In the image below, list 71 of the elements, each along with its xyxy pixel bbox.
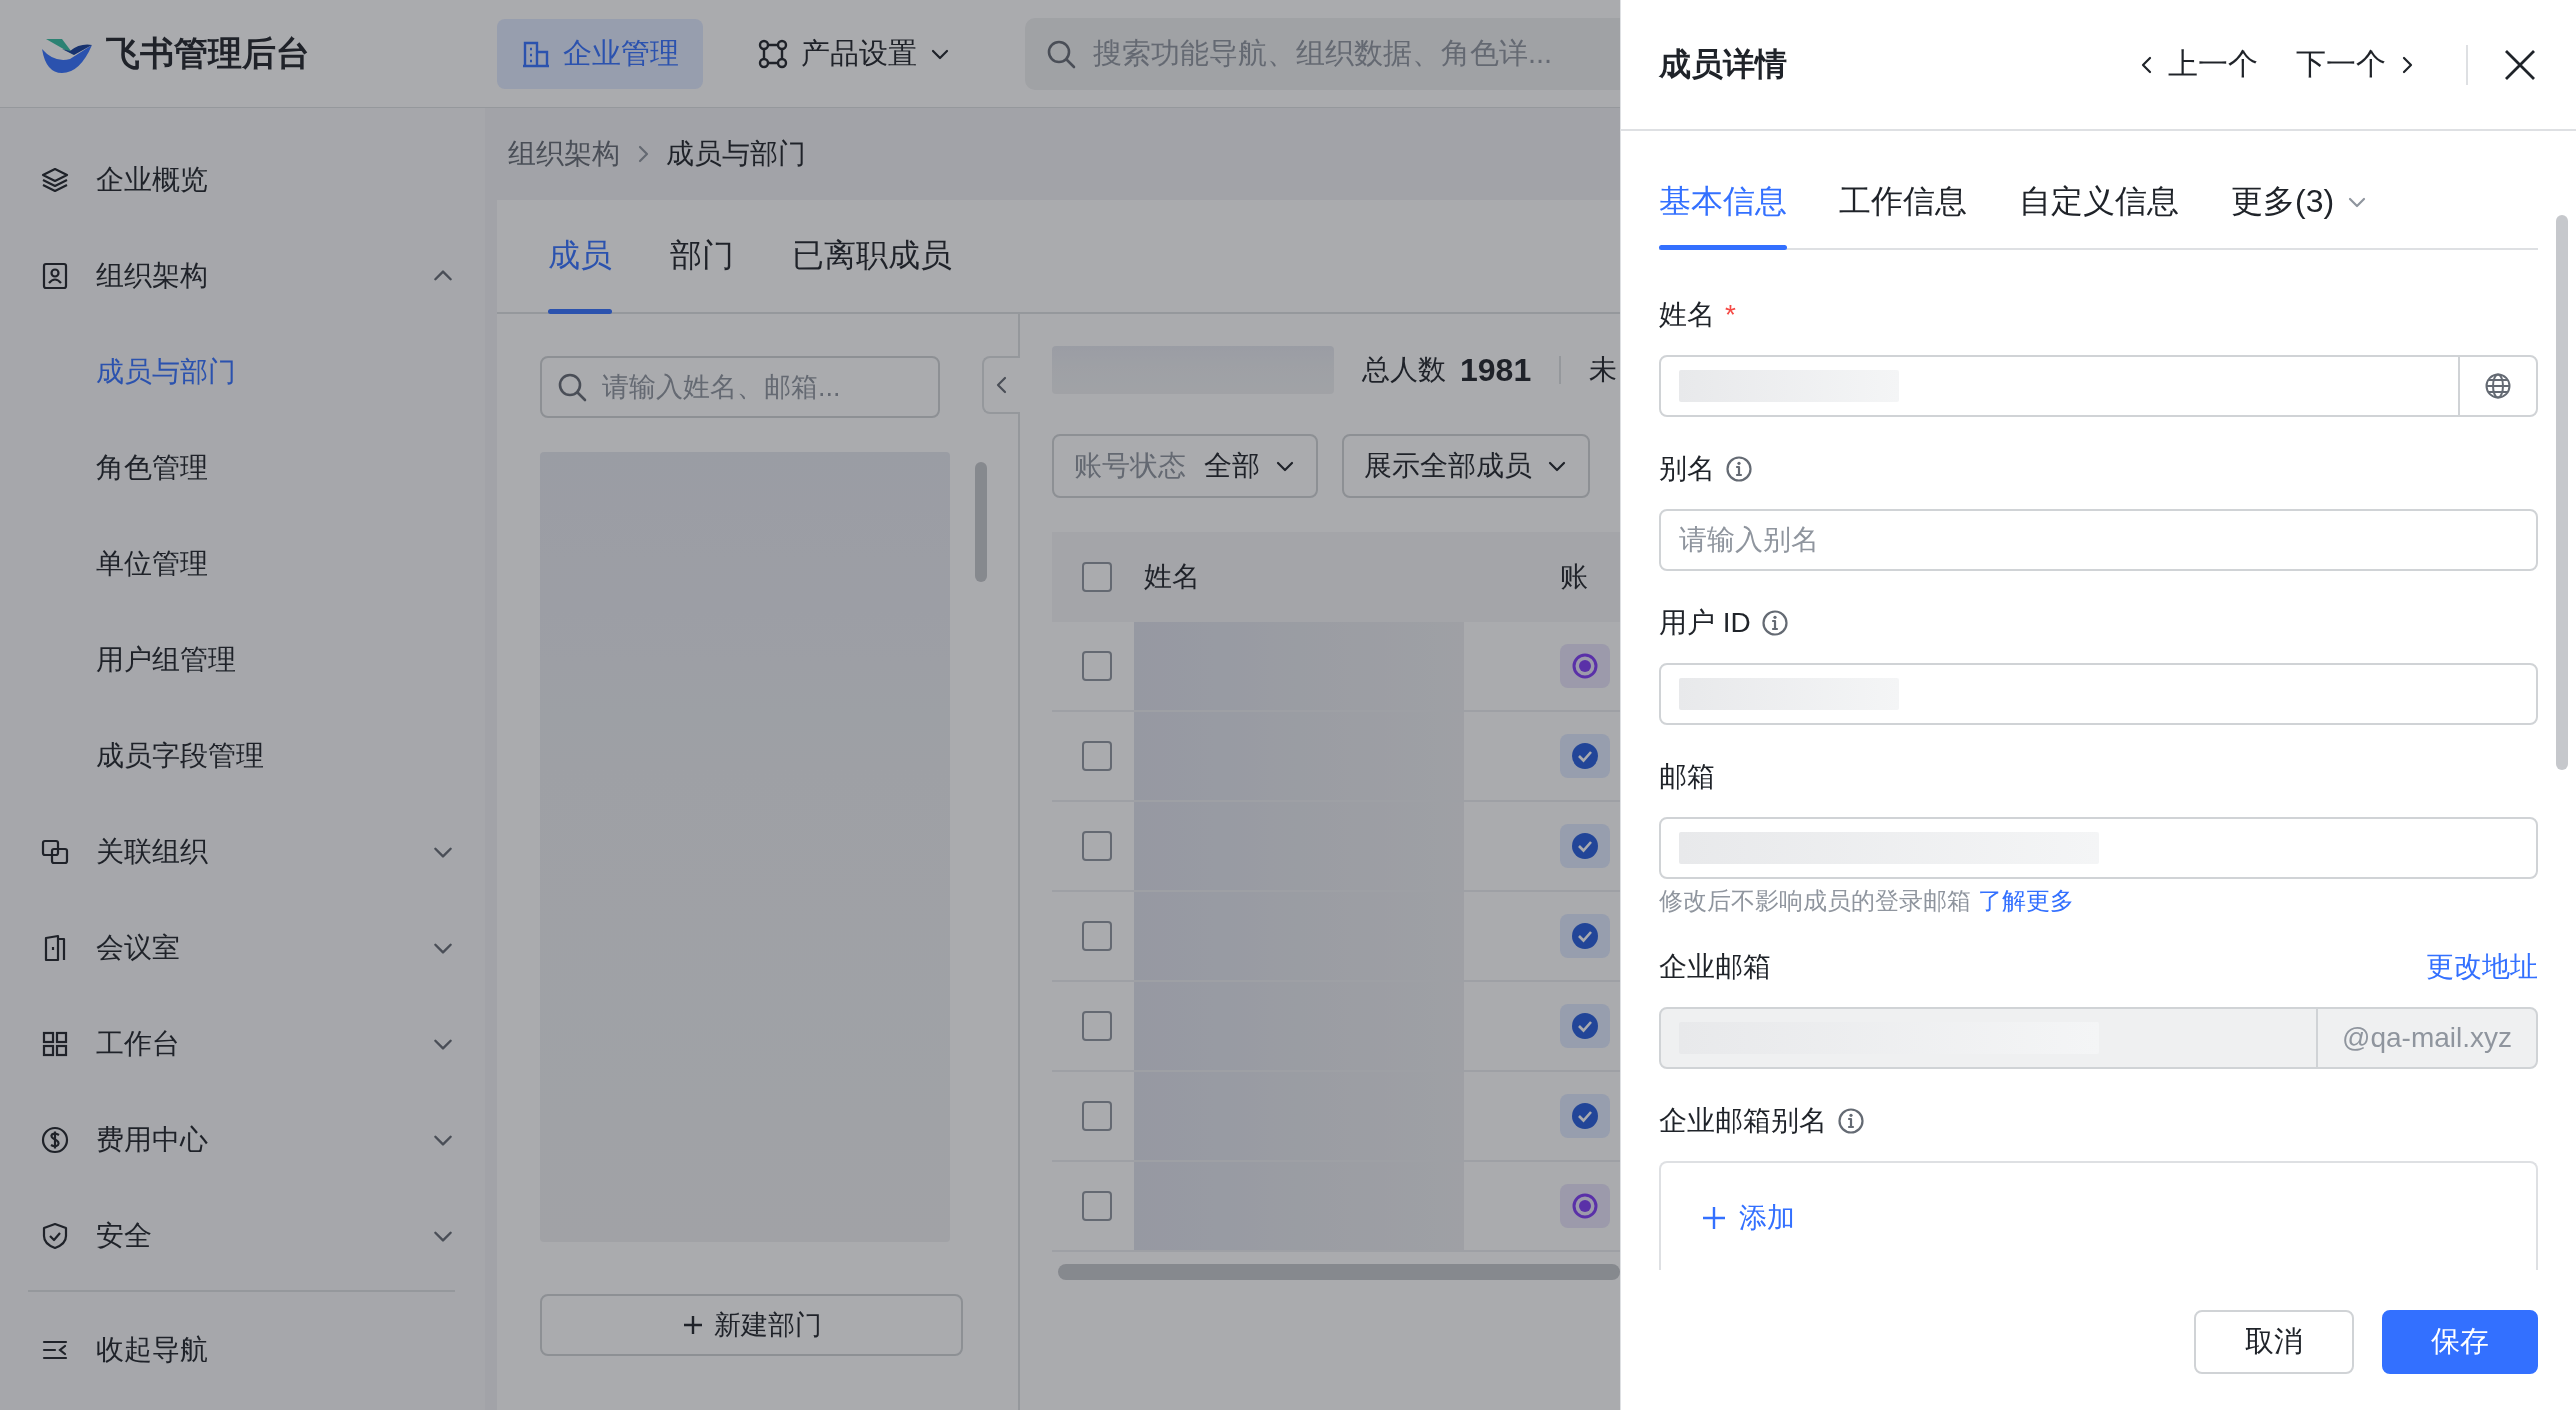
text-field[interactable] [1659,663,2538,725]
total-count: 1981 [1460,351,1532,389]
field-label: 企业邮箱 [1659,950,1771,984]
contact-book-icon [40,261,70,291]
field-label: 企业邮箱别名 [1659,1104,1827,1138]
filter-dropdown[interactable]: 展示全部成员 [1342,434,1590,498]
nav-item[interactable]: 企业概览 [0,132,485,228]
horizontal-scrollbar[interactable] [1058,1264,1620,1280]
tab[interactable]: 已离职成员 [792,200,952,312]
nav-item[interactable]: 用户组管理 [0,612,485,708]
plus-icon [1701,1205,1727,1231]
text-field[interactable] [1659,355,2538,417]
checkbox[interactable] [1082,741,1112,771]
nav-group[interactable]: 关联组织 [0,804,485,900]
field-label: 邮箱 [1659,760,1715,794]
globe-icon [2484,372,2512,400]
field-label: 姓名 [1659,298,1715,332]
nav-group[interactable]: 组织架构 [0,228,485,324]
layers-icon [40,165,70,195]
summary-label: 未 [1589,353,1618,387]
checkbox[interactable] [1082,562,1112,592]
nav-group[interactable]: 费用中心 [0,1092,485,1188]
filter-dropdown[interactable]: 账号状态 全部 [1052,434,1318,498]
nodes-icon [757,37,789,70]
collapse-panel-button[interactable] [982,356,1020,414]
text-field[interactable] [1659,817,2538,879]
linked-squares-icon [40,837,70,867]
tab[interactable]: 工作信息 [1839,155,1967,248]
plus-icon [681,1314,704,1336]
nav-item[interactable]: 成员字段管理 [0,708,485,804]
tab[interactable]: 基本信息 [1659,155,1787,248]
domain-suffix: @qa-mail.xyz [2316,1009,2536,1067]
nav-item[interactable]: 角色管理 [0,420,485,516]
nav-group[interactable]: 会议室 [0,900,485,996]
collapse-nav-button[interactable]: 收起导航 [0,1292,485,1408]
vertical-scrollbar[interactable] [2556,215,2568,770]
shield-icon [40,1221,70,1251]
nav-tab[interactable]: 产品设置 [733,18,975,89]
field-label: 别名 [1659,452,1715,486]
required-mark: * [1725,299,1736,331]
checkbox[interactable] [1082,1191,1112,1221]
column-header: 账 [1560,560,1588,594]
column-header: 姓名 [1143,560,1200,594]
vertical-scrollbar[interactable] [975,462,987,582]
next-button[interactable]: 下一个 [2296,44,2418,85]
breadcrumb-current: 成员与部门 [666,137,806,171]
previous-button[interactable]: 上一个 [2136,44,2258,85]
checkbox[interactable] [1082,921,1112,951]
tab[interactable]: 部门 [670,200,734,312]
add-button[interactable]: 添加 [1701,1199,1795,1237]
total-label: 总人数 [1362,353,1446,387]
new-department-button[interactable]: 新建部门 [540,1294,963,1356]
tab[interactable]: 自定义信息 [2019,155,2179,248]
nav-item[interactable]: 单位管理 [0,516,485,612]
checkbox[interactable] [1082,831,1112,861]
dollar-coin-icon [40,1125,70,1155]
save-button[interactable]: 保存 [2382,1310,2538,1374]
brand-name: 飞书管理后台 [106,32,310,74]
checkbox[interactable] [1082,1011,1112,1041]
search-icon [556,371,588,403]
nav-group[interactable]: 工作台 [0,996,485,1092]
help-text: 修改后不影响成员的登录邮箱 了解更多 [1659,886,2075,915]
learn-more-link[interactable]: 了解更多 [1977,887,2074,914]
nav-group[interactable]: 安全 [0,1188,485,1284]
drawer-title: 成员详情 [1659,44,1788,84]
tab[interactable]: 更多(3) [2231,155,2369,248]
checkbox[interactable] [1082,651,1112,681]
grid-icon [40,1029,70,1059]
cancel-button[interactable]: 取消 [2194,1310,2354,1374]
field-label: 用户 ID [1659,606,1751,640]
checkbox[interactable] [1082,1101,1112,1131]
